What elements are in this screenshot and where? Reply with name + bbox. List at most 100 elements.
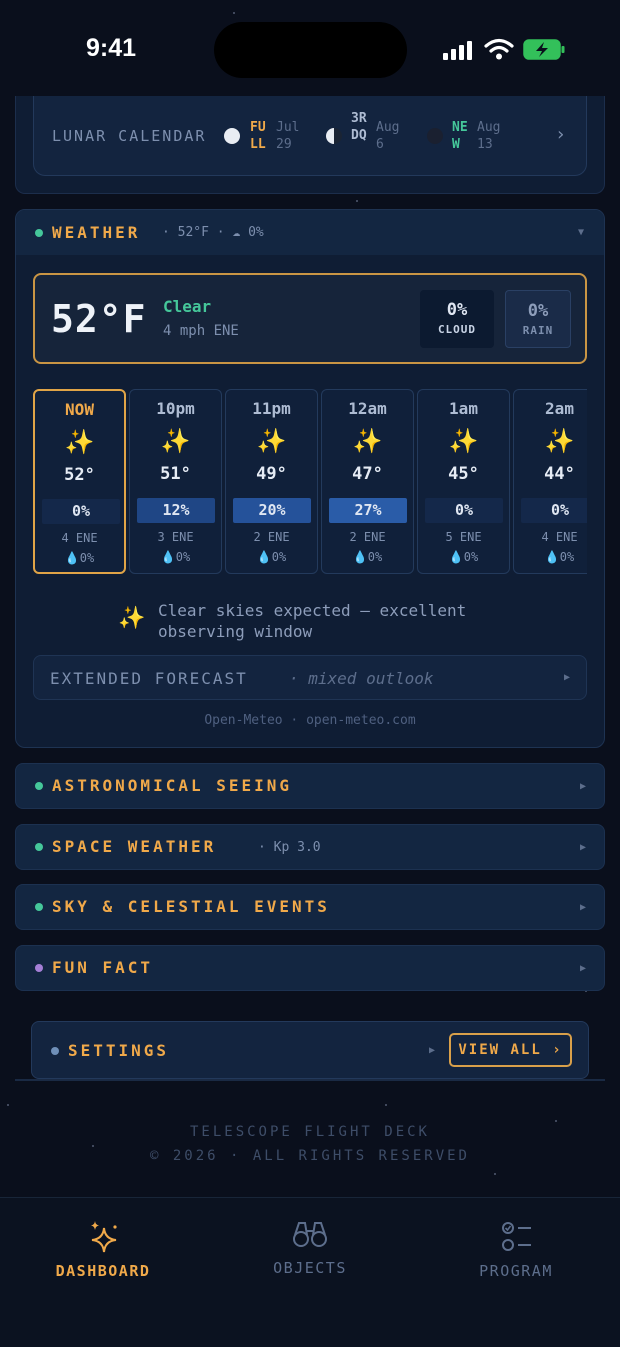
hour-temp: 52° xyxy=(64,465,95,485)
caret-right-icon: ▶ xyxy=(579,781,586,792)
current-condition: Clear xyxy=(163,297,212,316)
hour-wind: 3 ENE xyxy=(157,530,194,544)
extended-forecast-row[interactable]: EXTENDED FORECAST · mixed outlook ▶ xyxy=(33,655,587,700)
hour-temp: 44° xyxy=(544,464,575,484)
dynamic-island xyxy=(214,22,407,78)
panel-astronomical-seeing[interactable]: ASTRONOMICAL SEEING ▶ xyxy=(15,763,605,809)
panel-title: SPACE WEATHER xyxy=(52,837,217,856)
sparkles-icon: ✨ xyxy=(352,427,383,455)
phase-date: Jul 29 xyxy=(276,120,300,152)
footer-copyright: © 2026 · ALL RIGHTS RESERVED xyxy=(149,1148,470,1164)
cloud-label: CLOUD xyxy=(437,323,477,336)
sparkles-icon: ✨ xyxy=(118,606,146,631)
status-dot xyxy=(35,782,43,790)
hour-label: 12am xyxy=(348,399,387,418)
hour-label: 11pm xyxy=(252,399,291,418)
sparkles-icon: ✨ xyxy=(64,428,95,456)
hour-cloud: 0% xyxy=(521,498,587,523)
panel-space-weather[interactable]: SPACE WEATHER · Kp 3.0 ▶ xyxy=(15,824,605,870)
current-temp: 52°F xyxy=(51,297,147,341)
tab-dashboard[interactable]: DASHBOARD xyxy=(0,1198,206,1308)
lunar-section: LUNAR CALENDAR FULL Jul 29 3RDQ Aug 6 NE… xyxy=(15,96,605,194)
caret-right-icon: ▶ xyxy=(429,1045,436,1056)
caret-right-icon: ▶ xyxy=(563,672,570,683)
phase-name: NEW xyxy=(452,120,468,152)
panel-fun-fact[interactable]: FUN FACT ▶ xyxy=(15,945,605,991)
divider xyxy=(15,1079,605,1081)
status-dot xyxy=(35,903,43,911)
hour-cloud: 20% xyxy=(233,498,311,523)
hour-card[interactable]: 12am ✨ 47° 27% 2 ENE 💧0% xyxy=(321,389,414,574)
hour-temp: 47° xyxy=(352,464,383,484)
kp-index: · Kp 3.0 xyxy=(258,840,321,855)
sparkles-icon xyxy=(91,1221,117,1253)
sparkles-icon: ✨ xyxy=(256,427,287,455)
hour-card[interactable]: NOW ✨ 52° 0% 4 ENE 💧0% xyxy=(33,389,126,574)
lunar-title: LUNAR CALENDAR xyxy=(52,127,207,145)
tab-label: OBJECTS xyxy=(273,1259,347,1277)
data-source: Open-Meteo · open-meteo.com xyxy=(204,713,416,728)
tab-objects[interactable]: OBJECTS xyxy=(207,1195,413,1305)
hour-cloud: 0% xyxy=(42,499,120,524)
new-moon-icon xyxy=(427,128,443,144)
panel-sky-events[interactable]: SKY & CELESTIAL EVENTS ▶ xyxy=(15,884,605,930)
hour-card[interactable]: 1am ✨ 45° 0% 5 ENE 💧0% xyxy=(417,389,510,574)
settings-row[interactable]: SETTINGS ▶ VIEW ALL › xyxy=(31,1021,589,1079)
settings-title: SETTINGS xyxy=(68,1041,170,1060)
sparkles-icon: ✨ xyxy=(544,427,575,455)
phase-name: 3RDQ xyxy=(351,111,367,143)
hour-card[interactable]: 2am ✨ 44° 0% 4 ENE 💧0% xyxy=(513,389,587,574)
weather-panel: WEATHER · 52°F · ☁ 0% ▼ 52°F Clear 4 mph… xyxy=(15,209,605,748)
hour-label: 10pm xyxy=(156,399,195,418)
hour-label: 1am xyxy=(449,399,478,418)
hour-cloud: 27% xyxy=(329,498,407,523)
status-dot xyxy=(51,1047,59,1055)
hour-label: NOW xyxy=(65,400,94,419)
weather-header[interactable]: WEATHER · 52°F · ☁ 0% ▼ xyxy=(16,210,604,255)
hour-cloud: 12% xyxy=(137,498,215,523)
wifi-icon xyxy=(484,38,514,60)
chevron-right-icon[interactable]: › xyxy=(555,124,566,145)
binoculars-icon xyxy=(293,1222,327,1247)
current-wind: 4 mph ENE xyxy=(163,323,239,339)
hour-rain: 💧0% xyxy=(256,550,287,564)
hour-wind: 4 ENE xyxy=(61,531,98,545)
cloud-value: 0% xyxy=(446,300,468,320)
hour-label: 2am xyxy=(545,399,574,418)
tab-program[interactable]: PROGRAM xyxy=(413,1198,619,1308)
hour-temp: 49° xyxy=(256,464,287,484)
weather-summary: · 52°F · ☁ 0% xyxy=(162,225,264,240)
caret-right-icon: ▶ xyxy=(579,902,586,913)
signal-icon xyxy=(443,40,475,60)
view-all-button[interactable]: VIEW ALL › xyxy=(449,1033,572,1067)
observing-text-line1: Clear skies expected — excellent xyxy=(158,601,467,620)
status-dot xyxy=(35,964,43,972)
hour-wind: 4 ENE xyxy=(541,530,578,544)
weather-title: WEATHER xyxy=(52,223,141,242)
status-bar: 9:41 xyxy=(0,0,620,96)
caret-down-icon[interactable]: ▼ xyxy=(578,227,584,238)
observing-text-line2: observing window xyxy=(158,622,313,641)
rain-value: 0% xyxy=(527,301,549,321)
caret-right-icon: ▶ xyxy=(579,963,586,974)
hour-wind: 2 ENE xyxy=(349,530,386,544)
sparkles-icon: ✨ xyxy=(160,427,191,455)
footer-app-name: TELESCOPE FLIGHT DECK xyxy=(189,1124,430,1140)
hourly-forecast[interactable]: NOW ✨ 52° 0% 4 ENE 💧0% 10pm ✨ 51° 12% 3 ENE 💧0% 11pm… xyxy=(33,389,587,575)
extended-forecast-title: EXTENDED FORECAST xyxy=(50,669,248,688)
extended-forecast-sub: · mixed outlook xyxy=(289,669,434,688)
current-conditions: 52°F Clear 4 mph ENE 0% CLOUD 0% RAIN xyxy=(33,273,587,364)
hour-rain: 💧0% xyxy=(352,550,383,564)
cloud-stat: 0% CLOUD xyxy=(420,290,494,348)
hour-card[interactable]: 10pm ✨ 51° 12% 3 ENE 💧0% xyxy=(129,389,222,574)
lunar-calendar-card[interactable]: LUNAR CALENDAR FULL Jul 29 3RDQ Aug 6 NE… xyxy=(33,96,587,176)
hour-card[interactable]: 11pm ✨ 49° 20% 2 ENE 💧0% xyxy=(225,389,318,574)
hour-temp: 51° xyxy=(160,464,191,484)
status-time: 9:41 xyxy=(86,34,137,62)
hour-rain: 💧0% xyxy=(544,550,575,564)
full-moon-icon xyxy=(224,128,240,144)
panel-title: SKY & CELESTIAL EVENTS xyxy=(52,897,330,916)
phase-name: FULL xyxy=(250,120,266,152)
hour-rain: 💧0% xyxy=(448,550,479,564)
phase-date: Aug 6 xyxy=(376,120,400,152)
